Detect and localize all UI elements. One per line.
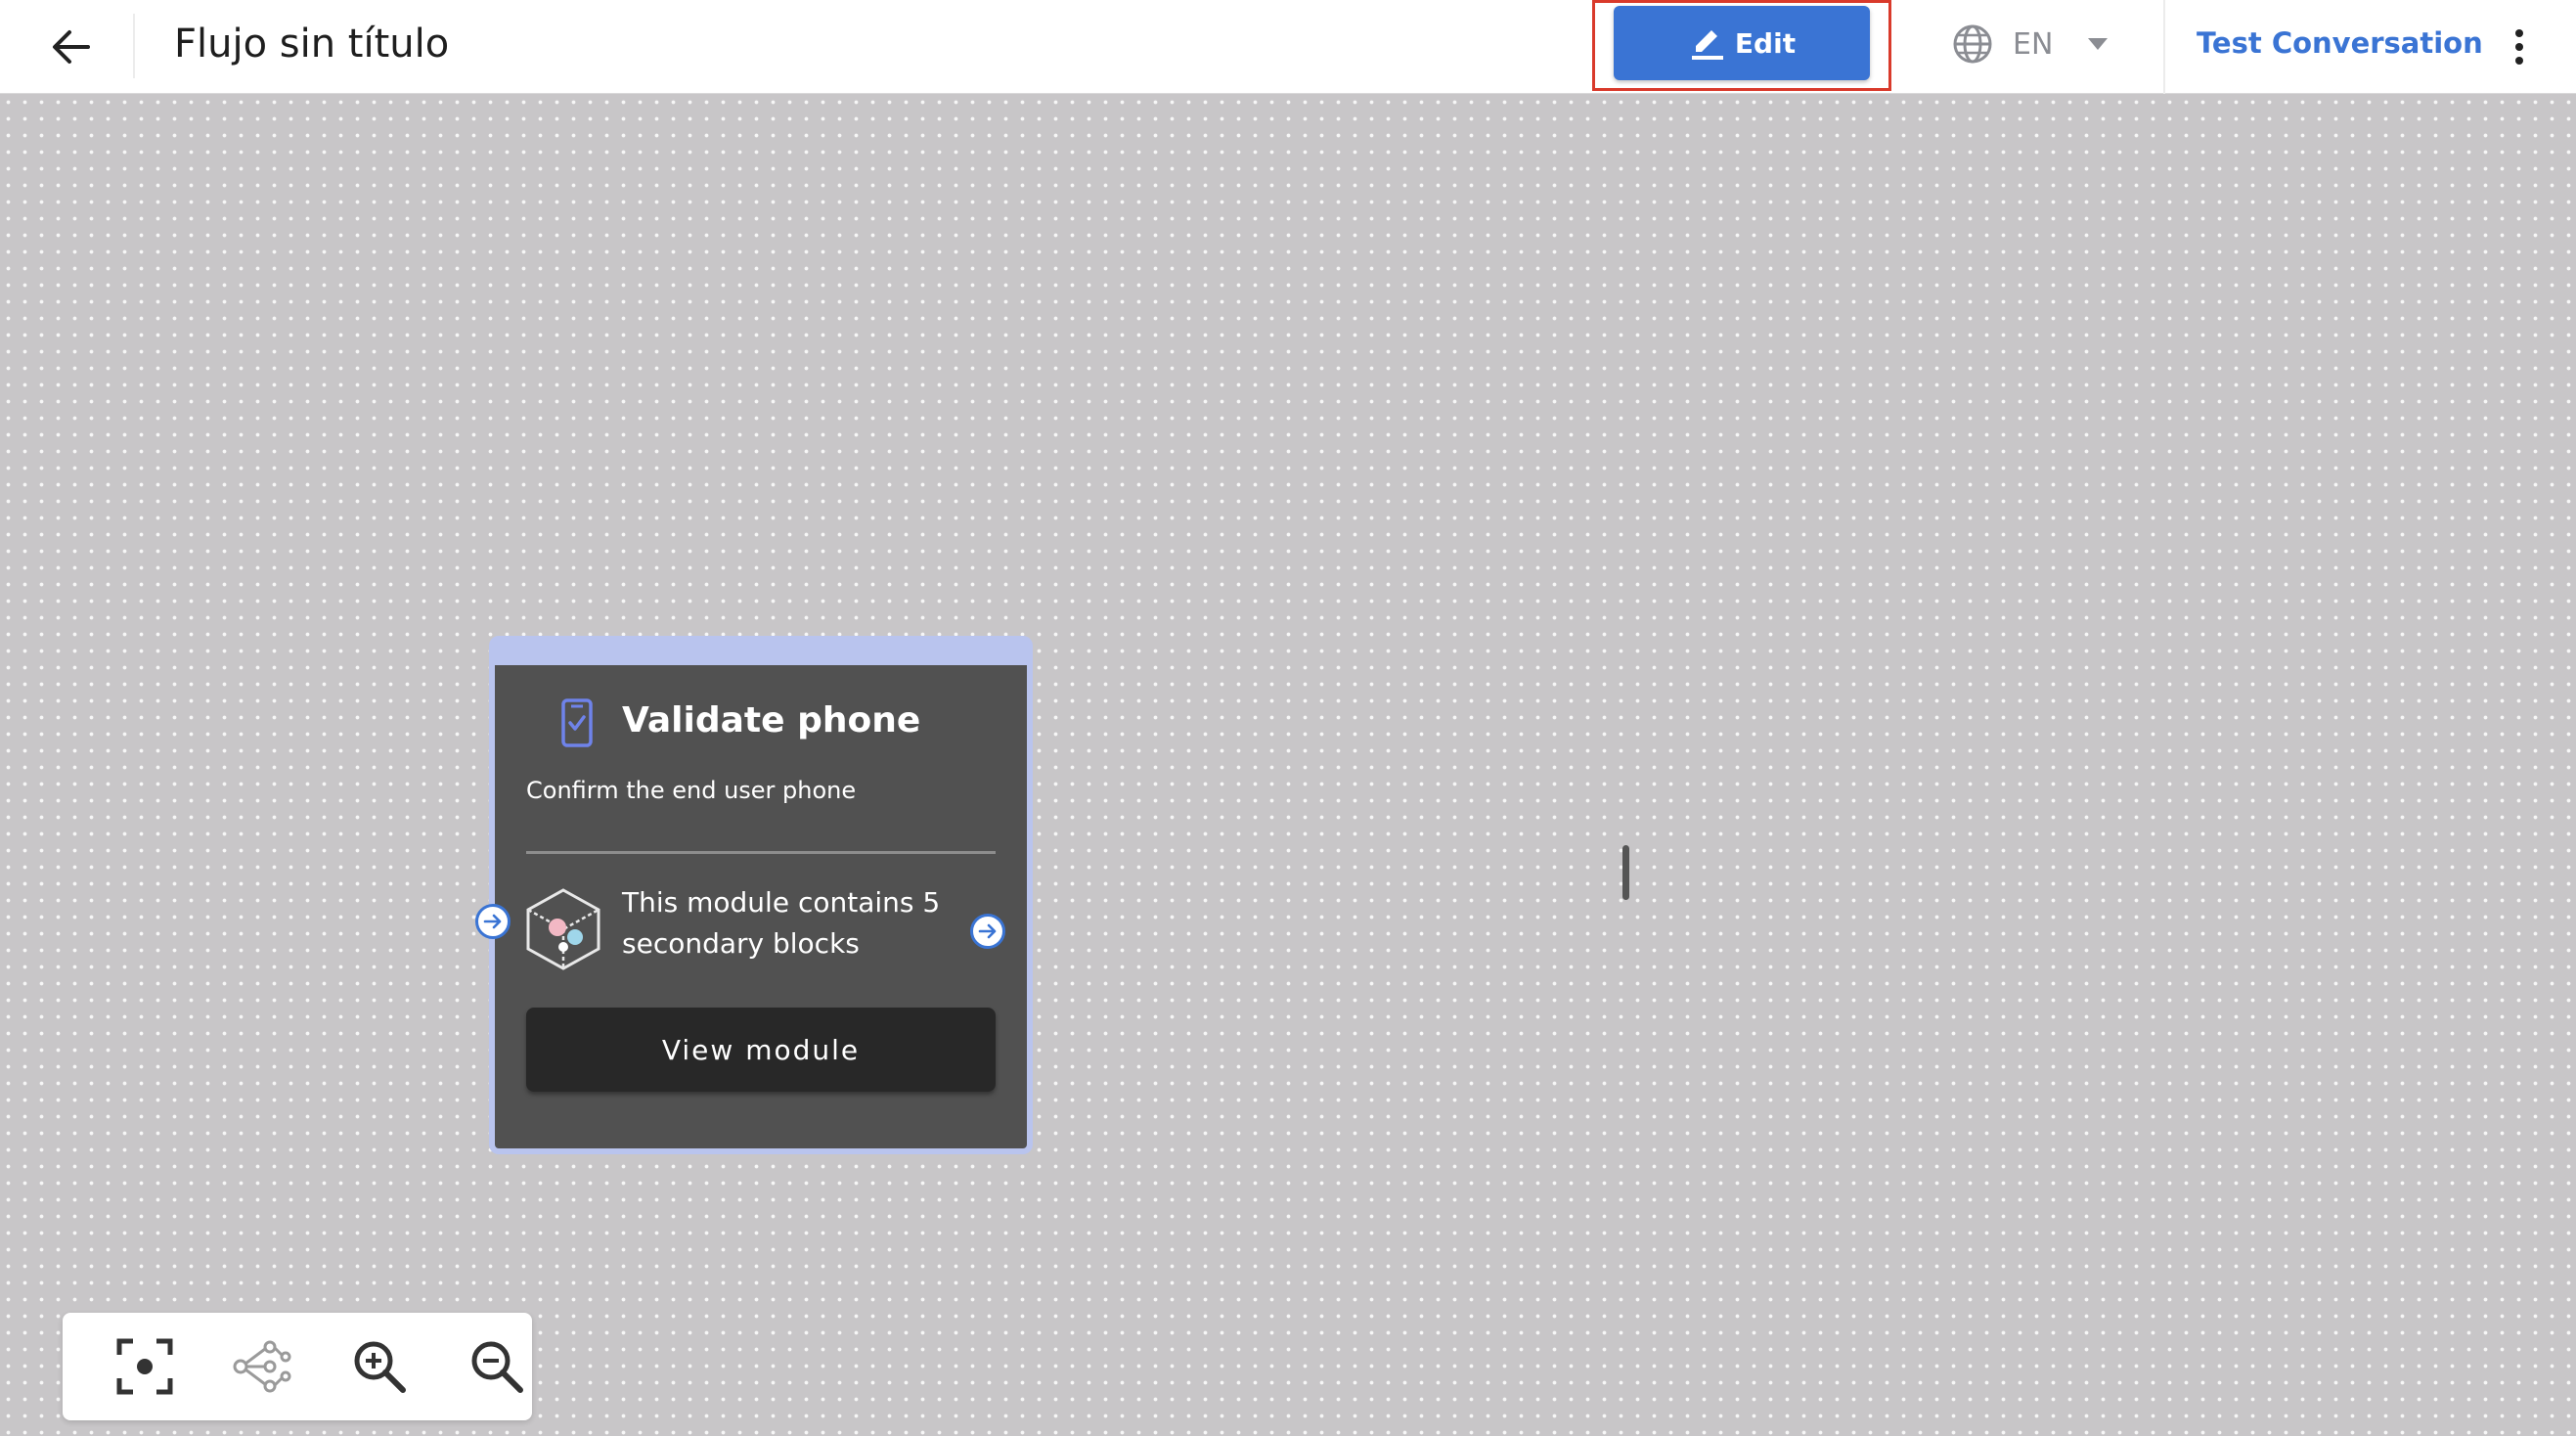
fit-view-button[interactable]: [106, 1327, 184, 1406]
output-connector[interactable]: [970, 914, 1005, 949]
view-module-button[interactable]: View module: [526, 1008, 996, 1092]
header-divider-right: [2163, 0, 2165, 94]
back-button[interactable]: [39, 18, 102, 76]
flow-canvas[interactable]: [0, 94, 2576, 1436]
cube-icon: [526, 888, 600, 970]
pencil-icon: [1691, 30, 1723, 60]
edit-button-label: Edit: [1734, 26, 1797, 60]
module-info: This module contains 5 secondary blocks: [622, 886, 941, 960]
edit-button[interactable]: Edit: [1614, 6, 1870, 80]
top-bar: Flujo sin título Edit EN Test Conversati…: [0, 0, 2576, 94]
arrow-right-icon: [978, 923, 997, 939]
more-options-button[interactable]: [2500, 18, 2539, 76]
zoom-in-icon: [354, 1341, 406, 1393]
language-code: EN: [2013, 26, 2054, 62]
zoom-out-icon: [471, 1341, 523, 1393]
zoom-in-button[interactable]: [340, 1327, 419, 1406]
focus-icon: [116, 1338, 173, 1395]
language-selector[interactable]: EN: [1952, 14, 2109, 74]
caret-down-icon: [2088, 38, 2109, 50]
canvas-toolbar: [63, 1313, 532, 1420]
module-card[interactable]: Validate phone Confirm the end user phon…: [489, 636, 1033, 1154]
input-connector[interactable]: [475, 904, 511, 939]
phone-check-icon: [561, 698, 593, 747]
card-divider: [526, 851, 996, 854]
drag-handle[interactable]: [1622, 845, 1629, 900]
test-conversation-link[interactable]: Test Conversation: [2197, 22, 2483, 65]
zoom-out-button[interactable]: [458, 1327, 536, 1406]
header-divider: [133, 14, 135, 78]
share-icon: [233, 1340, 291, 1393]
module-description: Confirm the end user phone: [526, 777, 857, 804]
globe-icon: [1953, 24, 1992, 64]
more-vertical-icon: [2515, 29, 2523, 65]
arrow-right-icon: [483, 914, 502, 929]
share-button[interactable]: [223, 1327, 301, 1406]
arrow-left-icon: [53, 30, 90, 64]
module-title: Validate phone: [622, 700, 921, 740]
page-title: Flujo sin título: [174, 22, 450, 67]
